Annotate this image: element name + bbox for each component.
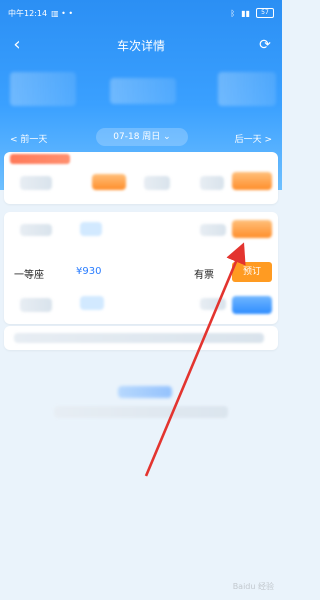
next-day-button[interactable]: 后一天 > xyxy=(235,132,272,145)
seat-row-3-left-blur xyxy=(20,298,52,312)
seat-class-name: 一等座 xyxy=(14,270,44,281)
train-info-right-blur xyxy=(218,72,276,106)
summary-right-action-blur xyxy=(232,172,272,190)
info-bar-card xyxy=(4,326,278,350)
seat-row-3-right-blur xyxy=(200,298,226,310)
seat-row-1-left-blur xyxy=(20,224,52,236)
refresh-icon: ⟳ xyxy=(259,37,271,53)
status-right: ᛒ ▮▮ 57 xyxy=(230,8,274,18)
refresh-button[interactable]: ⟳ xyxy=(254,34,276,56)
train-info-left-blur xyxy=(10,72,76,106)
seat-row-3-center-blur xyxy=(80,296,104,310)
seat-row-first-class: 一等座 ¥930 有票 预订 xyxy=(4,256,278,290)
signal-icon: ▮▮ xyxy=(241,8,250,18)
seat-row-1-action-blur xyxy=(232,220,272,238)
date-navigation: < 前一天 07-18 周日 ⌄ 后一天 > xyxy=(0,128,282,148)
seat-row-3-action-blur xyxy=(232,296,272,314)
summary-center-blur xyxy=(92,174,126,190)
status-bar: 中午12:14 ▥ • • ᛒ ▮▮ 57 xyxy=(0,0,282,26)
status-left: 中午12:14 ▥ • • xyxy=(8,8,73,19)
seat-options-card: 一等座 ¥930 有票 预订 xyxy=(4,212,278,324)
top-nav: ‹ 车次详情 ⟳ xyxy=(0,28,282,64)
watermark-text: Baidu 经验 xyxy=(232,582,274,591)
train-info-center-blur xyxy=(110,78,176,104)
bluetooth-icon: ᛒ xyxy=(230,8,236,18)
seat-row-1-center-blur xyxy=(80,222,102,236)
seat-availability: 有票 xyxy=(194,270,214,281)
summary-right-blur xyxy=(200,176,224,190)
summary-header-blur xyxy=(10,154,70,164)
seat-row-1-right-blur xyxy=(200,224,226,236)
seat-price: ¥930 xyxy=(76,266,102,277)
summary-card xyxy=(4,152,278,204)
prev-day-button[interactable]: < 前一天 xyxy=(10,132,47,145)
status-time: 中午12:14 xyxy=(8,9,48,18)
summary-left-blur xyxy=(20,176,52,190)
info-bar-blur xyxy=(14,333,264,343)
status-icons: ▥ • • xyxy=(51,9,74,18)
bottom-content-blur-2 xyxy=(54,406,228,418)
book-button[interactable]: 预订 xyxy=(232,262,272,282)
battery-icon: 57 xyxy=(256,8,274,18)
page-title: 车次详情 xyxy=(116,39,165,53)
battery-level: 57 xyxy=(261,9,269,16)
summary-mid-blur xyxy=(144,176,170,190)
date-selector[interactable]: 07-18 周日 ⌄ xyxy=(96,128,188,146)
bottom-content-blur-1 xyxy=(118,386,172,398)
